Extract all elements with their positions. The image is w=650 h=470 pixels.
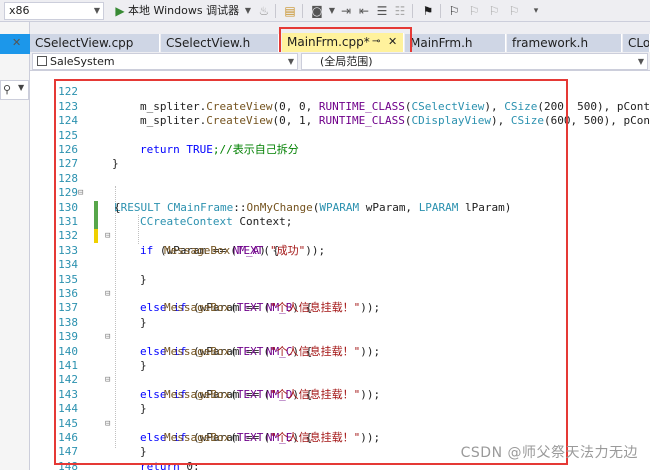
search-input[interactable]: ⚲ ▼ [0, 80, 29, 100]
tab-label: MainFrm.h [410, 36, 473, 50]
scope-dropdown[interactable]: (全局范围) ▼ [301, 53, 648, 70]
fire-icon[interactable]: ♨ [256, 3, 272, 19]
tab-label: CSelectView.h [166, 36, 251, 50]
comment-icon[interactable]: ☰ [374, 3, 390, 19]
indent-icon[interactable]: ⇥ [338, 3, 354, 19]
tab-framework-h[interactable]: framework.h [507, 34, 622, 52]
toolbar-separator [275, 4, 276, 18]
tab-clog[interactable]: CLog [623, 34, 650, 52]
project-dropdown[interactable]: SaleSystem ▼ [32, 53, 298, 70]
toolbar-separator [440, 4, 441, 18]
code-annotation-box [54, 79, 568, 465]
toolbar: x86 ▼ ▶ 本地 Windows 调试器 ▼ ♨ ▤ ◙ ▼ ⇥ ⇤ ☰ ☷… [0, 0, 650, 22]
toolbar-overflow-icon[interactable]: ▾ [528, 3, 544, 19]
toolbar-separator [412, 4, 413, 18]
tab-cselectview-cpp[interactable]: CSelectView.cpp [30, 34, 160, 52]
chevron-down-icon[interactable]: ▼ [18, 83, 24, 92]
chevron-down-icon: ▼ [637, 57, 644, 66]
play-icon[interactable]: ▶ [112, 3, 128, 19]
search-icon: ⚲ [3, 83, 12, 96]
uncomment-icon[interactable]: ☷ [392, 3, 408, 19]
folder-icon[interactable]: ▤ [282, 3, 298, 19]
toolbar-separator [302, 4, 303, 18]
bookmark-next-icon[interactable]: ⚐ [466, 3, 482, 19]
tab-mainfrm-h[interactable]: MainFrm.h [405, 34, 506, 52]
bookmark-prev-icon[interactable]: ⚐ [446, 3, 462, 19]
chevron-down-icon: ▼ [93, 6, 100, 15]
bookmark-clear-icon[interactable]: ⚐ [506, 3, 522, 19]
run-debugger-button[interactable]: 本地 Windows 调试器 [128, 3, 239, 19]
run-dropdown-icon[interactable]: ▼ [240, 3, 256, 19]
watermark: CSDN @师父祭天法力无边 [460, 445, 638, 461]
project-icon [37, 56, 47, 66]
platform-dropdown[interactable]: x86 ▼ [4, 2, 104, 20]
outdent-icon[interactable]: ⇤ [356, 3, 372, 19]
tab-label: CSelectView.cpp [35, 36, 134, 50]
screenshot-icon[interactable]: ◙ [309, 3, 325, 19]
tab-label: CLog [628, 36, 650, 50]
bookmark-next-folder-icon[interactable]: ⚐ [486, 3, 502, 19]
solution-explorer-strip: ⚲ ▼ [0, 22, 30, 470]
tab-label: framework.h [512, 36, 589, 50]
platform-value: x86 [9, 4, 30, 17]
chevron-down-icon: ▼ [287, 57, 294, 66]
navigation-bar: SaleSystem ▼ (全局范围) ▼ [30, 52, 650, 71]
tab-cselectview-h[interactable]: CSelectView.h [161, 34, 279, 52]
bookmark-icon[interactable]: ⚑ [420, 3, 436, 19]
scope-value: (全局范围) [320, 55, 373, 68]
tab-row-chevron-icon[interactable]: ✕ [12, 36, 21, 49]
project-value: SaleSystem [50, 55, 115, 68]
